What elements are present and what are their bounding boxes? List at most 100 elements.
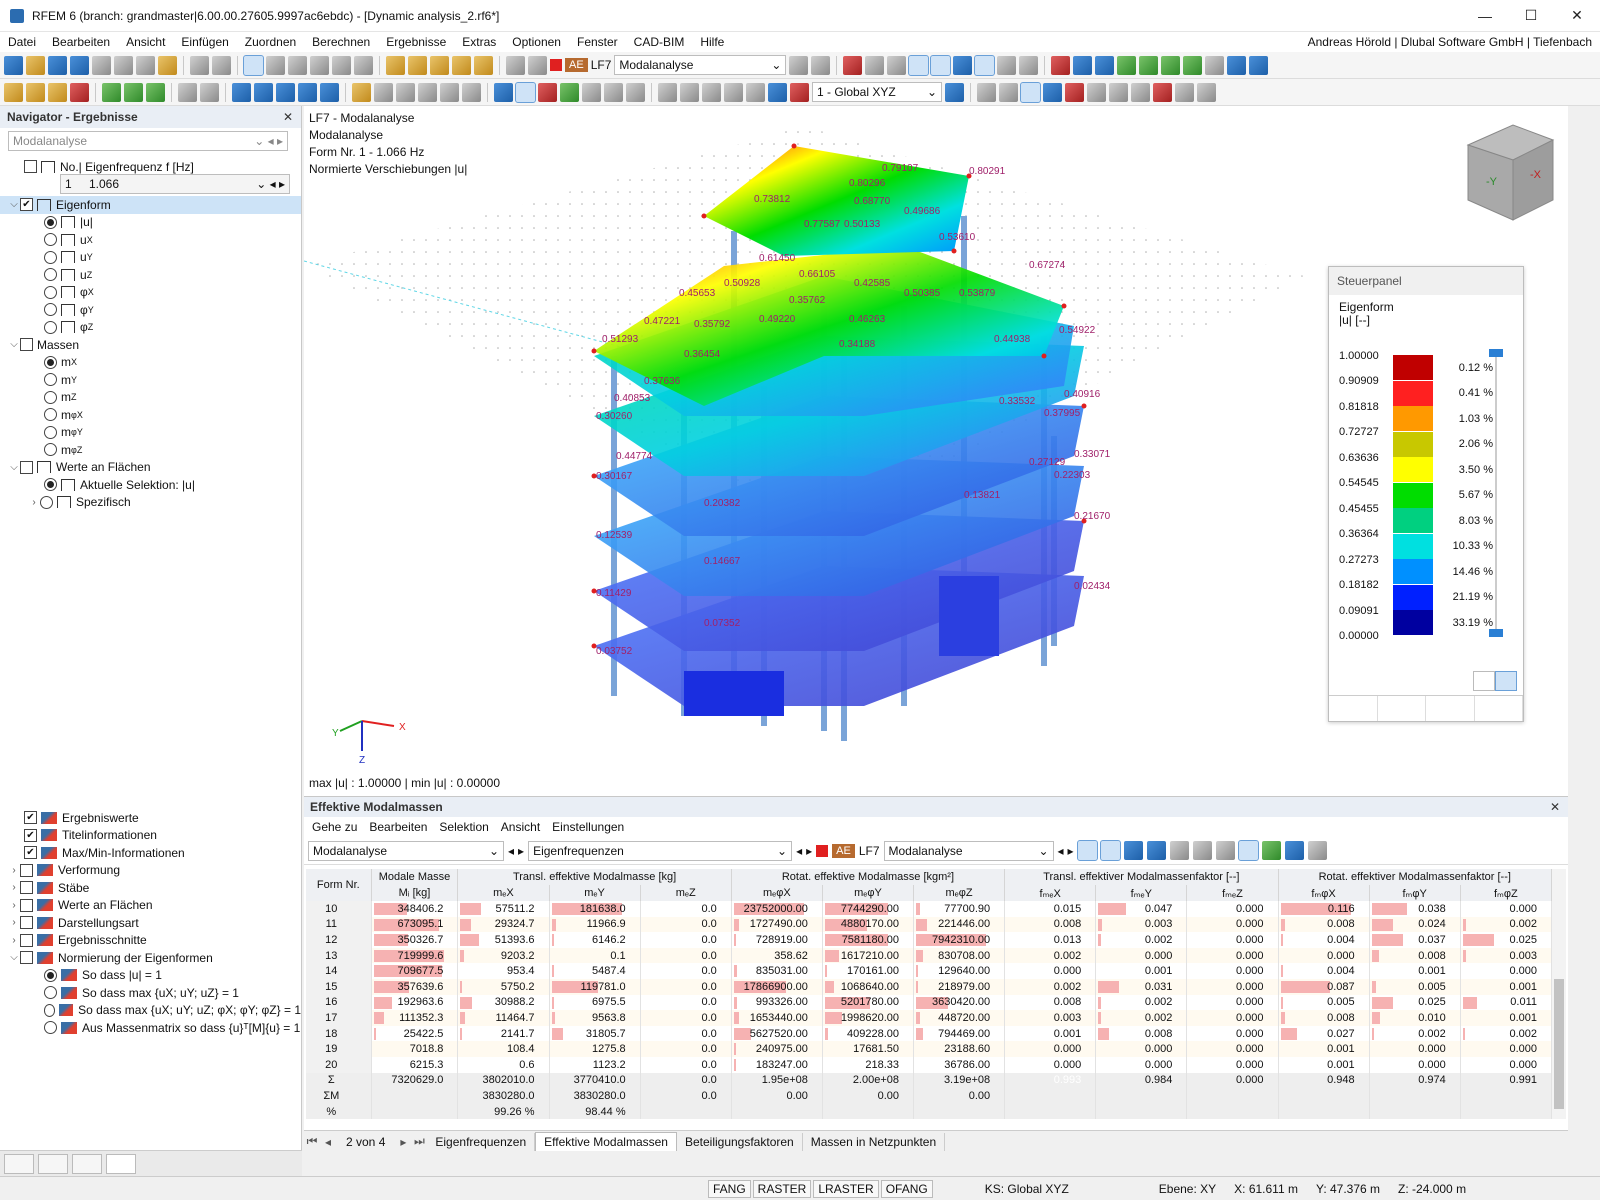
tab-effektive-modalmassen[interactable]: Effektive Modalmassen bbox=[535, 1132, 677, 1151]
console-icon[interactable] bbox=[310, 55, 329, 75]
tab-massen-netzpunkte[interactable]: Massen in Netzpunkten bbox=[803, 1132, 946, 1151]
frequency-select[interactable]: 1 1.066 ⌄ ◂ ▸ bbox=[60, 174, 290, 195]
mirror-icon[interactable] bbox=[1131, 82, 1150, 102]
view-settings-icon[interactable] bbox=[1197, 82, 1216, 102]
radio-mz[interactable] bbox=[44, 390, 57, 404]
previous-case-icon[interactable] bbox=[506, 55, 525, 75]
target-icon[interactable] bbox=[430, 55, 449, 75]
results-menu-item[interactable]: Bearbeiten bbox=[363, 820, 433, 834]
rotate-icon[interactable] bbox=[1109, 82, 1128, 102]
results-menu-item[interactable]: Einstellungen bbox=[546, 820, 630, 834]
radio-phiy[interactable] bbox=[44, 303, 57, 317]
display-icon[interactable] bbox=[1249, 55, 1269, 75]
chevron-right-icon[interactable]: › bbox=[8, 882, 20, 893]
values-icon[interactable] bbox=[887, 55, 907, 75]
stairs-icon[interactable] bbox=[724, 82, 743, 102]
flaechen-checkbox[interactable] bbox=[20, 898, 33, 912]
view-3d-icon[interactable] bbox=[1095, 55, 1115, 75]
support-icon[interactable] bbox=[70, 82, 89, 102]
darstellung-checkbox[interactable] bbox=[20, 916, 33, 930]
navigator-loadcase-select[interactable]: Modalanalyse ⌄ ◂ ▸ bbox=[8, 131, 288, 151]
excel-export-icon[interactable] bbox=[1261, 841, 1281, 860]
table-row[interactable]: % 99.26 % 98.44 % bbox=[306, 1103, 1553, 1120]
menu-ergebnisse[interactable]: Ergebnisse bbox=[378, 35, 454, 49]
filter-icon[interactable] bbox=[843, 55, 863, 75]
object-snap-icon[interactable] bbox=[999, 82, 1018, 102]
curve-icon[interactable] bbox=[538, 82, 557, 102]
tab-balance-icon[interactable] bbox=[1378, 696, 1426, 721]
menu-hilfe[interactable]: Hilfe bbox=[692, 35, 732, 49]
next-icon[interactable]: ▸ bbox=[1068, 844, 1074, 858]
chevron-down-icon[interactable]: ⌵ bbox=[8, 462, 20, 473]
menu-datei[interactable]: Datei bbox=[0, 35, 44, 49]
menu-cad-bim[interactable]: CAD-BIM bbox=[626, 35, 693, 49]
tab-results-icon[interactable] bbox=[106, 1153, 136, 1174]
display-results-icon[interactable] bbox=[1123, 841, 1143, 860]
radio-norm-4[interactable] bbox=[44, 1021, 57, 1035]
menu-zuordnen[interactable]: Zuordnen bbox=[237, 35, 304, 49]
measure-icon[interactable] bbox=[374, 82, 393, 102]
tab-eigenfrequenzen[interactable]: Eigenfrequenzen bbox=[427, 1132, 536, 1151]
select-box-icon[interactable] bbox=[276, 82, 295, 102]
redo-icon[interactable] bbox=[212, 55, 231, 75]
radio-spezifisch[interactable] bbox=[40, 495, 53, 509]
werte-checkbox[interactable] bbox=[20, 460, 33, 474]
table-row[interactable]: 15 357639.6 5750.2 119781.0 0.0 17866900.00 10… bbox=[306, 978, 1553, 995]
section-icon[interactable] bbox=[658, 82, 677, 102]
coordinate-icon[interactable] bbox=[440, 82, 459, 102]
axis-neg-icon[interactable] bbox=[1183, 55, 1203, 75]
chevron-right-icon[interactable]: › bbox=[28, 497, 40, 508]
freq-checkbox[interactable] bbox=[24, 160, 37, 174]
delete-icon[interactable] bbox=[1153, 82, 1172, 102]
staebe-checkbox[interactable] bbox=[20, 881, 33, 895]
view-icon[interactable] bbox=[1073, 55, 1093, 75]
node-icon[interactable] bbox=[4, 82, 23, 102]
chevron-right-icon[interactable]: › bbox=[8, 865, 20, 876]
table-row[interactable]: 14 709677.5 953.4 5487.4 0.0 835031.00 170161.… bbox=[306, 963, 1553, 979]
panel-toggle-icon[interactable] bbox=[288, 55, 307, 75]
prev-icon[interactable]: ◂ bbox=[796, 844, 802, 858]
scrollbar-thumb[interactable] bbox=[1554, 979, 1564, 1109]
visibility-icon[interactable] bbox=[494, 82, 513, 102]
color-icon[interactable] bbox=[790, 82, 809, 102]
radio-ux[interactable] bbox=[44, 233, 57, 247]
table-toggle-icon[interactable] bbox=[266, 55, 285, 75]
webservice-icon[interactable] bbox=[70, 55, 89, 75]
first-page-icon[interactable]: ⏮ bbox=[304, 1134, 320, 1149]
decimals-icon[interactable] bbox=[1307, 841, 1327, 860]
value-labels-icon[interactable] bbox=[974, 54, 996, 76]
select-special-icon[interactable] bbox=[320, 82, 339, 102]
undo-icon[interactable] bbox=[190, 55, 209, 75]
results-icon[interactable] bbox=[452, 55, 471, 75]
prev-page-icon[interactable]: ◂ bbox=[320, 1135, 336, 1149]
load-surface-icon[interactable] bbox=[146, 82, 165, 102]
ergebniswerte-checkbox[interactable]: ✔ bbox=[24, 811, 37, 825]
legend-scale-icon[interactable] bbox=[1495, 671, 1517, 691]
align-icon[interactable] bbox=[462, 82, 481, 102]
script-icon[interactable] bbox=[332, 55, 351, 75]
titelinfo-checkbox[interactable]: ✔ bbox=[24, 828, 37, 842]
load-member-icon[interactable] bbox=[124, 82, 143, 102]
schnitte-checkbox[interactable] bbox=[20, 933, 33, 947]
radio-phix[interactable] bbox=[44, 285, 57, 299]
slope-icon[interactable] bbox=[746, 82, 765, 102]
save-icon[interactable] bbox=[114, 55, 133, 75]
menu-optionen[interactable]: Optionen bbox=[504, 35, 569, 49]
chevron-down-icon[interactable]: ⌵ bbox=[8, 199, 20, 210]
table-row[interactable]: 11 673095.1 29324.7 11966.9 0.0 1727490.00 488… bbox=[306, 916, 1553, 933]
result-display-icon[interactable] bbox=[908, 54, 930, 76]
show-results-icon[interactable] bbox=[474, 55, 493, 75]
eigenform-checkbox[interactable]: ✔ bbox=[20, 198, 33, 212]
prev-icon[interactable]: ◂ bbox=[1058, 844, 1064, 858]
snap-toggle[interactable]: FANG bbox=[708, 1179, 751, 1198]
chevron-down-icon[interactable]: ⌵ bbox=[8, 952, 20, 963]
next-icon[interactable]: ▸ bbox=[806, 844, 812, 858]
pencil-icon[interactable] bbox=[626, 82, 645, 102]
new-file-icon[interactable] bbox=[4, 55, 23, 75]
calculate-icon[interactable] bbox=[408, 55, 427, 75]
value-labels-icon[interactable] bbox=[1146, 841, 1166, 860]
table-row[interactable]: 20 6215.3 0.6 1123.2 0.0 183247.00 218.33 36786… bbox=[306, 1056, 1553, 1073]
cross-icon[interactable] bbox=[1065, 82, 1084, 102]
menu-bearbeiten[interactable]: Bearbeiten bbox=[44, 35, 118, 49]
chevron-down-icon[interactable]: ⌵ bbox=[8, 339, 20, 350]
